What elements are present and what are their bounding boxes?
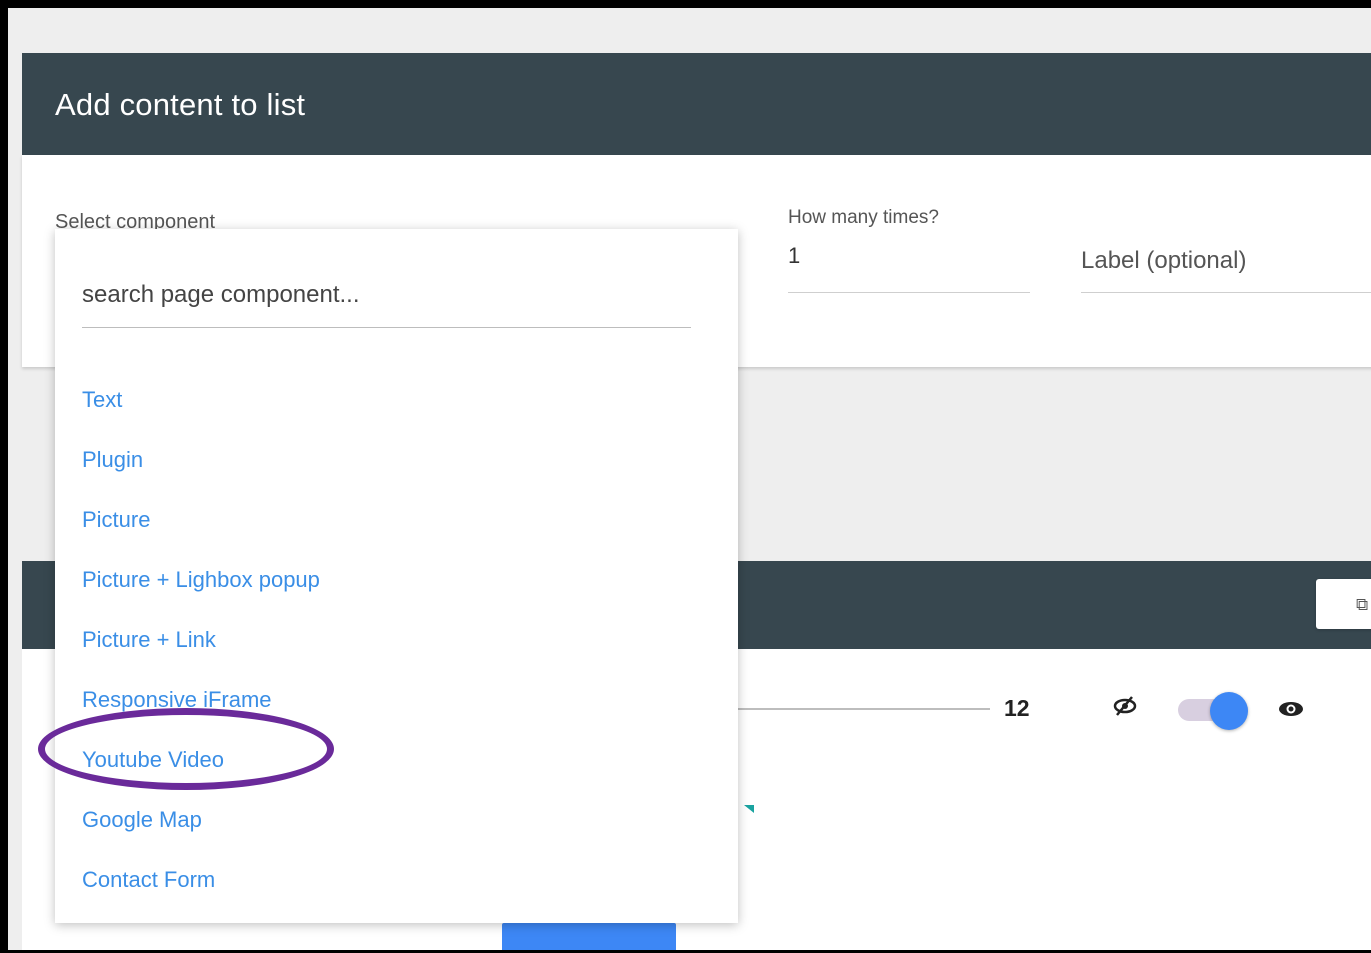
component-option-responsive-iframe[interactable]: Responsive iFrame bbox=[82, 687, 272, 713]
component-option-text[interactable]: Text bbox=[82, 387, 122, 413]
how-many-times-underline bbox=[788, 292, 1030, 293]
label-optional-field[interactable] bbox=[1081, 247, 1371, 275]
decorative-mark bbox=[744, 805, 754, 813]
modal-title: Add content to list bbox=[55, 87, 306, 122]
search-underline bbox=[82, 327, 691, 328]
label-field-underline bbox=[1081, 292, 1371, 293]
primary-button[interactable] bbox=[502, 923, 676, 950]
component-option-picture-lightbox[interactable]: Picture + Lighbox popup bbox=[82, 567, 320, 593]
component-dropdown: Text Plugin Picture Picture + Lighbox po… bbox=[55, 229, 738, 923]
modal-header: Add content to list bbox=[22, 53, 1371, 155]
visibility-toggle-knob[interactable] bbox=[1210, 692, 1248, 730]
component-option-plugin[interactable]: Plugin bbox=[82, 447, 143, 473]
visibility-icon[interactable] bbox=[1277, 699, 1305, 724]
slider-value: 12 bbox=[1004, 695, 1030, 721]
component-option-picture[interactable]: Picture bbox=[82, 507, 150, 533]
component-option-contact-form[interactable]: Contact Form bbox=[82, 867, 215, 893]
component-option-google-map[interactable]: Google Map bbox=[82, 807, 202, 833]
copy-icon: ⧉ bbox=[1356, 595, 1369, 614]
copy-button[interactable]: ⧉ bbox=[1316, 579, 1371, 629]
app-frame: Add content to list Select component How… bbox=[0, 0, 1371, 953]
how-many-times-field[interactable]: 1 bbox=[788, 243, 800, 269]
component-option-picture-link[interactable]: Picture + Link bbox=[82, 627, 216, 653]
component-option-youtube-video[interactable]: Youtube Video bbox=[82, 747, 224, 773]
how-many-times-label: How many times? bbox=[788, 207, 939, 228]
visibility-off-icon[interactable] bbox=[1112, 695, 1138, 722]
slider-track[interactable] bbox=[732, 708, 990, 710]
search-component-input[interactable] bbox=[82, 281, 682, 309]
